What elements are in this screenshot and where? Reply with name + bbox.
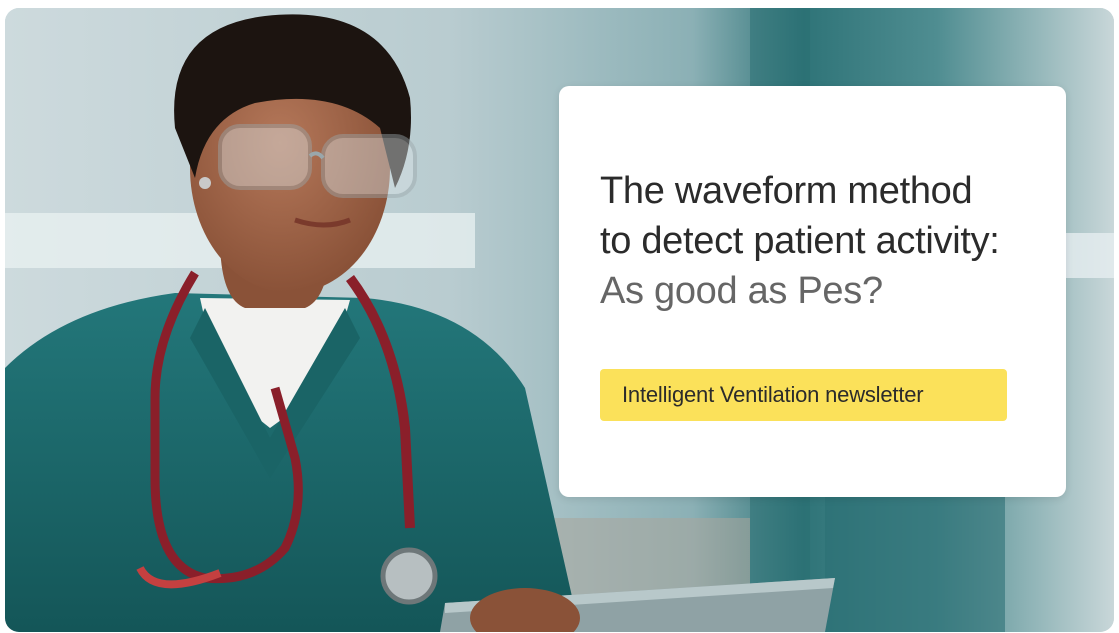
headline-line-2: to detect patient activity: [600, 220, 1000, 262]
headline-line-1: The waveform method [600, 170, 973, 212]
headline-card: The waveform method to detect patient ac… [559, 86, 1066, 497]
newsletter-tag-button[interactable]: Intelligent Ventilation newsletter [600, 369, 1007, 421]
headline-subtitle: As good as Pes? [600, 270, 883, 312]
newsletter-banner[interactable]: The waveform method to detect patient ac… [5, 8, 1114, 632]
article-headline[interactable]: The waveform method to detect patient ac… [600, 166, 1050, 316]
